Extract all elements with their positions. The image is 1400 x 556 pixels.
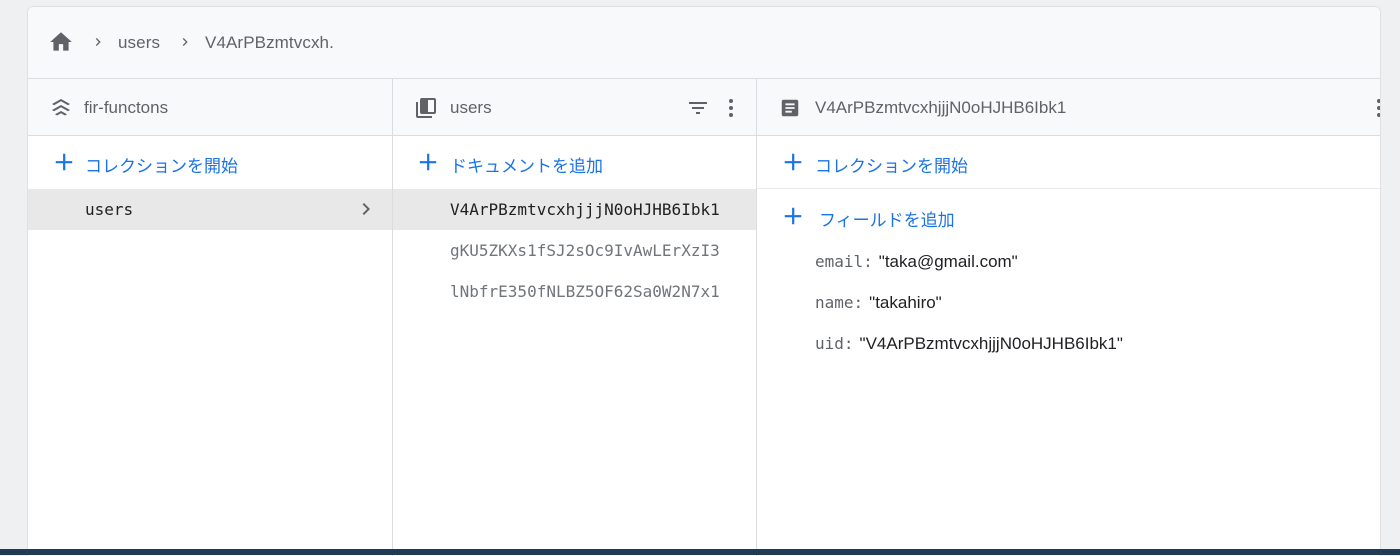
document-item[interactable]: lNbfrE350fNLBZ5OF62Sa0W2N7x1 xyxy=(393,271,756,312)
start-collection-button[interactable]: コレクションを開始 xyxy=(28,136,392,188)
more-vert-icon[interactable] xyxy=(1367,96,1381,120)
document-icon xyxy=(781,99,799,117)
start-collection-label: コレクションを開始 xyxy=(85,157,238,176)
column-title-document: V4ArPBzmtvcxhjjjN0oHJHB6Ibk1 xyxy=(815,98,1067,117)
start-subcollection-button[interactable]: コレクションを開始 xyxy=(757,136,1380,189)
plus-icon xyxy=(419,153,437,171)
add-field-label: フィールドを追加 xyxy=(819,211,955,230)
field-value: "V4ArPBzmtvcxhjjjN0oHJHB6Ibk1" xyxy=(859,334,1123,353)
plus-icon xyxy=(55,153,73,171)
chevron-right-icon xyxy=(95,38,101,46)
field-value: "takahiro" xyxy=(869,293,942,312)
firestore-stack-icon xyxy=(52,99,70,116)
document-id: lNbfrE350fNLBZ5OF62Sa0W2N7x1 xyxy=(450,282,720,301)
document-item-selected[interactable]: V4ArPBzmtvcxhjjjN0oHJHB6Ibk1 xyxy=(393,189,756,230)
column-header-project: fir-functons xyxy=(28,79,392,136)
plus-icon xyxy=(784,207,802,225)
collection-icon xyxy=(416,98,436,118)
start-subcollection-label: コレクションを開始 xyxy=(815,157,968,176)
add-document-label: ドキュメントを追加 xyxy=(450,157,603,176)
plus-icon xyxy=(784,153,802,171)
home-icon[interactable] xyxy=(48,29,74,55)
chevron-right-icon xyxy=(362,203,370,215)
breadcrumb: users V4ArPBzmtvcxh. xyxy=(28,7,1380,79)
field-key: uid: xyxy=(815,334,854,353)
field-key: email: xyxy=(815,252,873,271)
bottom-edge-strip xyxy=(0,549,1400,555)
document-id: gKU5ZKXs1fSJ2sOc9IvAwLErXzI3 xyxy=(450,241,720,260)
chevron-right-icon xyxy=(182,38,188,46)
document-item[interactable]: gKU5ZKXs1fSJ2sOc9IvAwLErXzI3 xyxy=(393,230,756,271)
breadcrumb-item-document[interactable]: V4ArPBzmtvcxh. xyxy=(205,33,334,53)
more-vert-icon[interactable] xyxy=(719,96,743,120)
field-row-email[interactable]: email: "taka@gmail.com" xyxy=(815,252,1018,276)
root-collections-column: fir-functons コレクションを開始 users xyxy=(28,79,393,556)
collection-item-users[interactable]: users xyxy=(28,189,392,230)
field-row-name[interactable]: name: "takahiro" xyxy=(815,293,942,317)
column-title-collection: users xyxy=(450,98,492,117)
firestore-data-panel: users V4ArPBzmtvcxh. fir-functons コレクション… xyxy=(27,6,1381,556)
breadcrumb-item-users[interactable]: users xyxy=(118,33,160,53)
add-field-button[interactable]: フィールドを追加 xyxy=(757,190,1380,242)
field-value: "taka@gmail.com" xyxy=(878,252,1018,271)
field-key: name: xyxy=(815,293,864,312)
column-title-project: fir-functons xyxy=(84,98,169,117)
field-row-uid[interactable]: uid: "V4ArPBzmtvcxhjjjN0oHJHB6Ibk1" xyxy=(815,334,1123,358)
add-document-button[interactable]: ドキュメントを追加 xyxy=(393,136,756,188)
filter-icon[interactable] xyxy=(686,96,710,120)
column-header-document: V4ArPBzmtvcxhjjjN0oHJHB6Ibk1 xyxy=(757,79,1380,136)
document-id: V4ArPBzmtvcxhjjjN0oHJHB6Ibk1 xyxy=(450,200,720,219)
collection-column: users ドキュメントを追加 V4ArPBzmtvcxhjjjN0oHJHB6… xyxy=(393,79,757,556)
collection-item-label: users xyxy=(85,200,134,219)
column-header-collection: users xyxy=(393,79,756,136)
document-column: V4ArPBzmtvcxhjjjN0oHJHB6Ibk1 コレクションを開始 フ… xyxy=(757,79,1380,556)
